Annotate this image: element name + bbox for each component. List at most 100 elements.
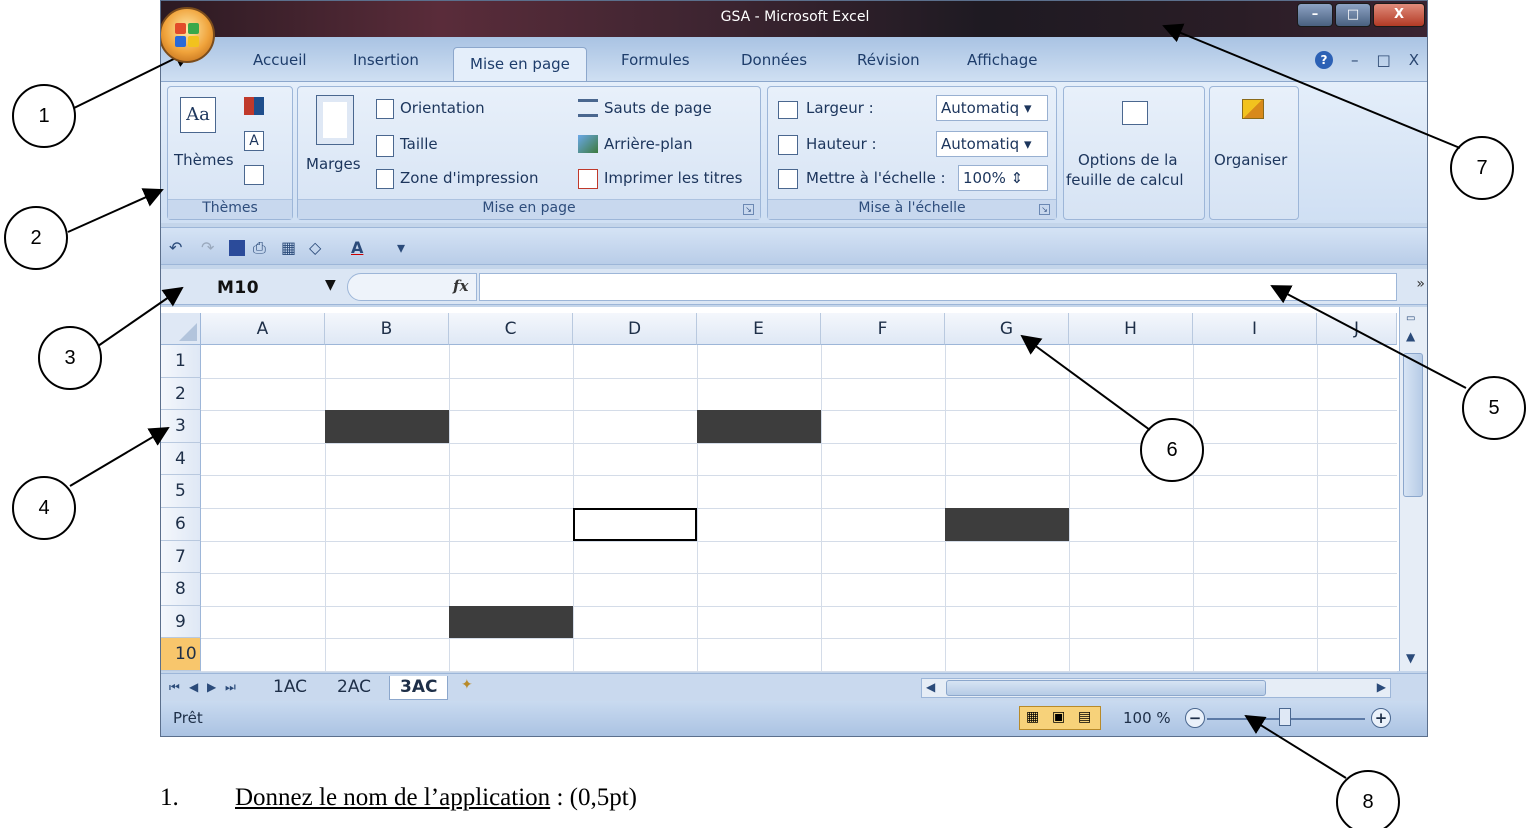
column-header-f[interactable]: F <box>821 313 945 345</box>
name-box[interactable]: M10 <box>217 278 259 298</box>
column-header-b[interactable]: B <box>325 313 449 345</box>
sheet-tab-1ac[interactable]: 1AC <box>273 676 307 700</box>
column-header-g[interactable]: G <box>945 313 1069 345</box>
column-header-c[interactable]: C <box>449 313 573 345</box>
column-header-a[interactable]: A <box>201 313 325 345</box>
margins-icon[interactable] <box>316 95 354 145</box>
scale-input[interactable]: 100% ⇕ <box>958 165 1048 191</box>
scroll-right-icon[interactable]: ▶ <box>1377 680 1386 694</box>
tab-insertion[interactable]: Insertion <box>353 51 419 69</box>
normal-view-icon[interactable]: ▦ <box>1026 709 1039 725</box>
doc-minimize-button[interactable]: – <box>1351 51 1359 69</box>
help-icon[interactable]: ? <box>1315 51 1334 69</box>
orientation-button[interactable]: Orientation <box>400 99 485 117</box>
next-sheet-icon[interactable]: ▶ <box>207 680 216 694</box>
office-button[interactable] <box>161 7 215 63</box>
scroll-up-icon[interactable]: ▲ <box>1406 329 1415 343</box>
filled-cell-e3[interactable] <box>697 410 821 443</box>
column-header-j[interactable]: J <box>1317 313 1397 345</box>
width-dropdown[interactable]: Automatiq ▾ <box>936 95 1048 121</box>
background-button[interactable]: Arrière-plan <box>604 135 693 153</box>
filled-cell-g6[interactable] <box>945 508 1069 541</box>
undo-icon[interactable]: ↶ <box>169 238 182 257</box>
maximize-button[interactable]: □ <box>1335 3 1371 27</box>
minimize-button[interactable]: – <box>1297 3 1333 27</box>
redo-icon[interactable]: ↷ <box>201 238 214 257</box>
doc-restore-button[interactable]: □ <box>1377 51 1391 69</box>
page-setup-launcher-icon[interactable]: ↘ <box>743 204 754 215</box>
worksheet-grid[interactable]: ABCDEFGHIJ 1 2 3 4 5 6 7 8 9 10 <box>161 307 1427 672</box>
theme-colors-icon[interactable] <box>244 97 264 115</box>
split-box-icon[interactable]: ▭ <box>1406 313 1415 324</box>
theme-fonts-icon[interactable]: A <box>244 131 264 151</box>
sheet-tab-2ac[interactable]: 2AC <box>337 676 371 700</box>
row-header-4[interactable]: 4 <box>161 442 201 476</box>
customize-icon[interactable]: ▾ <box>397 238 405 257</box>
zoom-out-button[interactable]: − <box>1185 708 1205 728</box>
themes-button[interactable]: Thèmes <box>174 151 234 169</box>
tab-mise-en-page[interactable]: Mise en page <box>453 47 587 81</box>
save-icon[interactable] <box>229 240 245 256</box>
tab-accueil[interactable]: Accueil <box>253 51 307 69</box>
column-header-h[interactable]: H <box>1069 313 1193 345</box>
filled-cell-b3[interactable] <box>325 410 449 443</box>
row-header-1[interactable]: 1 <box>161 345 201 378</box>
expand-formula-icon[interactable]: » <box>1416 276 1425 292</box>
horizontal-scroll-thumb[interactable] <box>946 680 1266 696</box>
close-button[interactable]: X <box>1373 3 1425 27</box>
tab-formules[interactable]: Formules <box>621 51 690 69</box>
fill-color-icon[interactable]: ◇ <box>309 238 321 257</box>
borders-icon[interactable]: ▦ <box>281 238 296 257</box>
row-header-6[interactable]: 6 <box>161 508 201 541</box>
column-header-e[interactable]: E <box>697 313 821 345</box>
font-color-icon[interactable]: A <box>351 238 363 257</box>
group-sheet-options[interactable]: Options de la feuille de calcul <box>1063 86 1205 220</box>
scroll-down-icon[interactable]: ▼ <box>1406 651 1415 665</box>
print-preview-icon[interactable]: ⎙ <box>253 238 266 258</box>
print-area-button[interactable]: Zone d'impression <box>400 169 538 187</box>
outlined-cell-d6[interactable] <box>573 508 697 541</box>
zoom-slider-thumb[interactable] <box>1279 708 1291 726</box>
filled-cell-c9[interactable] <box>449 605 573 639</box>
print-titles-button[interactable]: Imprimer les titres <box>604 169 742 187</box>
row-header-2[interactable]: 2 <box>161 377 201 411</box>
zoom-level[interactable]: 100 % <box>1123 709 1171 727</box>
vertical-scrollbar[interactable]: ▭ ▲ ▼ <box>1399 307 1427 671</box>
margins-button[interactable]: Marges <box>306 155 361 173</box>
spinner-icon[interactable]: ⇕ <box>1011 169 1024 187</box>
chevron-down-icon[interactable]: ▼ <box>325 277 336 293</box>
select-all-button[interactable] <box>161 313 201 345</box>
sheet-tab-3ac[interactable]: 3AC <box>389 676 449 700</box>
page-break-view-icon[interactable]: ▤ <box>1078 709 1091 725</box>
row-header-9[interactable]: 9 <box>161 605 201 639</box>
breaks-button[interactable]: Sauts de page <box>604 99 712 117</box>
size-button[interactable]: Taille <box>400 135 438 153</box>
row-header-10[interactable]: 10 <box>161 638 201 671</box>
vertical-scroll-thumb[interactable] <box>1403 353 1423 497</box>
title-bar[interactable]: GSA - Microsoft Excel – □ X <box>161 1 1427 37</box>
height-dropdown[interactable]: Automatiq ▾ <box>936 131 1048 157</box>
doc-close-button[interactable]: X <box>1409 51 1419 69</box>
column-header-i[interactable]: I <box>1193 313 1317 345</box>
insert-sheet-icon[interactable]: ✦ <box>461 676 473 700</box>
scale-launcher-icon[interactable]: ↘ <box>1039 204 1050 215</box>
first-sheet-icon[interactable]: ⏮ <box>169 680 180 695</box>
page-layout-view-icon[interactable]: ▣ <box>1052 709 1065 725</box>
row-header-5[interactable]: 5 <box>161 475 201 508</box>
formula-input[interactable] <box>479 273 1397 301</box>
scroll-left-icon[interactable]: ◀ <box>926 680 935 694</box>
row-header-7[interactable]: 7 <box>161 540 201 574</box>
insert-function-button[interactable]: fx <box>453 277 468 295</box>
last-sheet-icon[interactable]: ⏭ <box>225 680 236 695</box>
prev-sheet-icon[interactable]: ◀ <box>189 680 198 694</box>
column-header-d[interactable]: D <box>573 313 697 345</box>
group-arrange[interactable]: Organiser <box>1209 86 1299 220</box>
themes-icon[interactable]: Aa <box>180 97 216 133</box>
row-header-3[interactable]: 3 <box>161 410 201 443</box>
theme-effects-icon[interactable] <box>244 165 264 185</box>
tab-affichage[interactable]: Affichage <box>967 51 1037 69</box>
tab-donnees[interactable]: Données <box>741 51 807 69</box>
tab-revision[interactable]: Révision <box>857 51 920 69</box>
horizontal-scrollbar[interactable]: ◀ ▶ <box>921 678 1391 698</box>
zoom-in-button[interactable]: + <box>1371 708 1391 728</box>
